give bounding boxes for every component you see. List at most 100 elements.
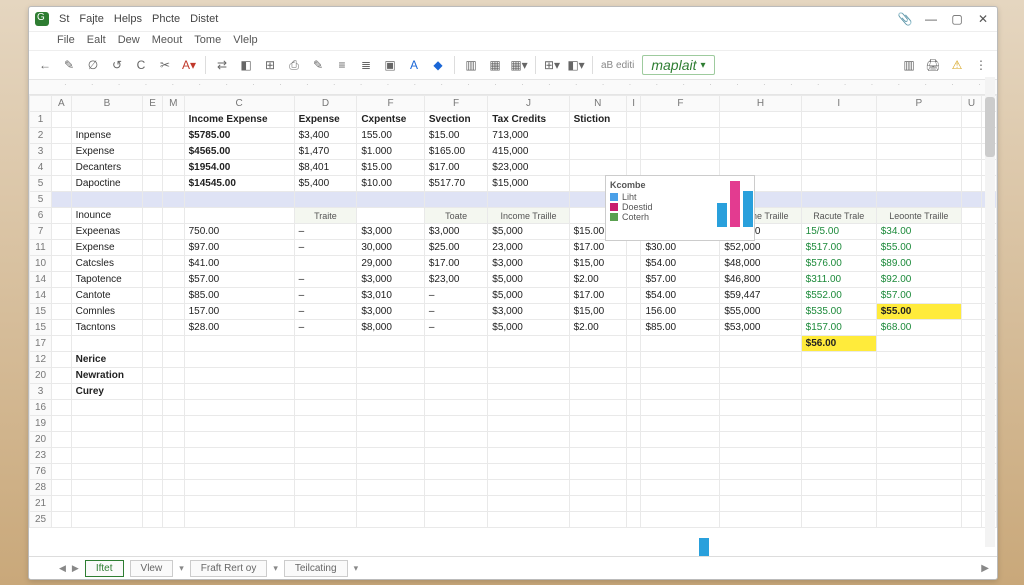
cell[interactable] <box>184 384 294 400</box>
cell[interactable] <box>961 512 981 528</box>
cell[interactable] <box>641 432 720 448</box>
cell[interactable] <box>641 144 720 160</box>
cell[interactable] <box>720 448 801 464</box>
cell[interactable] <box>720 144 801 160</box>
column-header[interactable]: F <box>424 96 487 112</box>
row-header[interactable]: 7 <box>30 224 52 240</box>
sheet-tab[interactable]: Teilcating <box>284 560 348 577</box>
menu-file[interactable]: File <box>57 34 75 46</box>
cell[interactable] <box>52 416 72 432</box>
cell[interactable] <box>184 208 294 224</box>
column-header[interactable]: A <box>52 96 72 112</box>
cell[interactable] <box>52 336 72 352</box>
cell[interactable]: Decanters <box>71 160 143 176</box>
cell[interactable] <box>143 400 163 416</box>
cell[interactable] <box>143 112 163 128</box>
cell[interactable] <box>488 512 569 528</box>
cell[interactable] <box>569 400 626 416</box>
row-header[interactable]: 25 <box>30 512 52 528</box>
cell[interactable] <box>357 400 425 416</box>
cell[interactable]: $56.00 <box>801 336 876 352</box>
cell[interactable]: $17.00 <box>569 240 626 256</box>
cell[interactable] <box>52 224 72 240</box>
cell[interactable]: Newration <box>71 368 143 384</box>
cell[interactable] <box>876 336 961 352</box>
cell[interactable]: Leoonte Traille <box>876 208 961 224</box>
cell[interactable] <box>52 432 72 448</box>
cell[interactable]: $92.00 <box>876 272 961 288</box>
cell[interactable]: $5,000 <box>488 320 569 336</box>
cell[interactable] <box>357 368 425 384</box>
cell[interactable] <box>162 208 184 224</box>
cell[interactable]: $3,000 <box>357 224 425 240</box>
cell[interactable] <box>294 192 357 208</box>
cell[interactable]: Income Traille <box>488 208 569 224</box>
row-header[interactable]: 15 <box>30 320 52 336</box>
cell[interactable] <box>424 464 487 480</box>
cell[interactable] <box>143 448 163 464</box>
cell[interactable]: $14545.00 <box>184 176 294 192</box>
cell[interactable] <box>143 272 163 288</box>
cell[interactable] <box>626 464 641 480</box>
cell[interactable] <box>162 496 184 512</box>
cell[interactable]: $57.00 <box>641 272 720 288</box>
cell[interactable] <box>143 496 163 512</box>
cell[interactable]: Tapotence <box>71 272 143 288</box>
cell[interactable]: 29,000 <box>357 256 425 272</box>
cell[interactable]: $1.000 <box>357 144 425 160</box>
menu-edit[interactable]: Ealt <box>87 34 106 46</box>
row-header[interactable]: 14 <box>30 288 52 304</box>
cell[interactable]: $55.00 <box>876 240 961 256</box>
cell[interactable] <box>71 480 143 496</box>
cell[interactable] <box>801 512 876 528</box>
cell[interactable] <box>720 496 801 512</box>
cell[interactable] <box>424 432 487 448</box>
cell[interactable]: $53,000 <box>720 320 801 336</box>
cell[interactable] <box>162 512 184 528</box>
cell[interactable] <box>357 464 425 480</box>
cell[interactable] <box>801 352 876 368</box>
column-header[interactable]: B <box>71 96 143 112</box>
cell[interactable] <box>52 192 72 208</box>
cell[interactable] <box>162 480 184 496</box>
cell[interactable] <box>720 416 801 432</box>
cell[interactable]: $576.00 <box>801 256 876 272</box>
cell[interactable] <box>424 192 487 208</box>
maximize-button[interactable]: ▢ <box>949 12 965 26</box>
cell[interactable] <box>488 368 569 384</box>
cell[interactable] <box>357 448 425 464</box>
cell[interactable] <box>569 352 626 368</box>
cell[interactable] <box>162 320 184 336</box>
printer-icon[interactable]: 🖨 <box>925 57 941 73</box>
cell[interactable] <box>52 496 72 512</box>
cell[interactable] <box>961 400 981 416</box>
cell[interactable] <box>424 368 487 384</box>
cell[interactable] <box>876 432 961 448</box>
cell[interactable] <box>143 464 163 480</box>
cell[interactable] <box>626 112 641 128</box>
cell[interactable] <box>424 336 487 352</box>
cell[interactable] <box>143 384 163 400</box>
panel-icon[interactable]: ◧ <box>238 57 254 73</box>
cell[interactable] <box>720 432 801 448</box>
tab-add-icon[interactable]: ▾ <box>354 563 359 574</box>
cell[interactable]: 15/5.00 <box>801 224 876 240</box>
cell[interactable] <box>162 384 184 400</box>
cell[interactable]: Nerice <box>71 352 143 368</box>
cell[interactable] <box>143 304 163 320</box>
cell[interactable]: Inpense <box>71 128 143 144</box>
cell[interactable] <box>162 192 184 208</box>
cell[interactable] <box>162 160 184 176</box>
cell[interactable] <box>801 128 876 144</box>
cell[interactable]: 415,000 <box>488 144 569 160</box>
cell[interactable] <box>801 416 876 432</box>
table-row[interactable]: 12Nerice <box>30 352 997 368</box>
menu-item[interactable]: Fajte <box>79 13 103 25</box>
cell[interactable]: $3,000 <box>357 272 425 288</box>
cell[interactable] <box>720 112 801 128</box>
cell[interactable] <box>488 496 569 512</box>
cell[interactable]: $5,000 <box>488 272 569 288</box>
cell[interactable] <box>961 272 981 288</box>
row-header[interactable]: 16 <box>30 400 52 416</box>
table-row[interactable]: 20 <box>30 432 997 448</box>
